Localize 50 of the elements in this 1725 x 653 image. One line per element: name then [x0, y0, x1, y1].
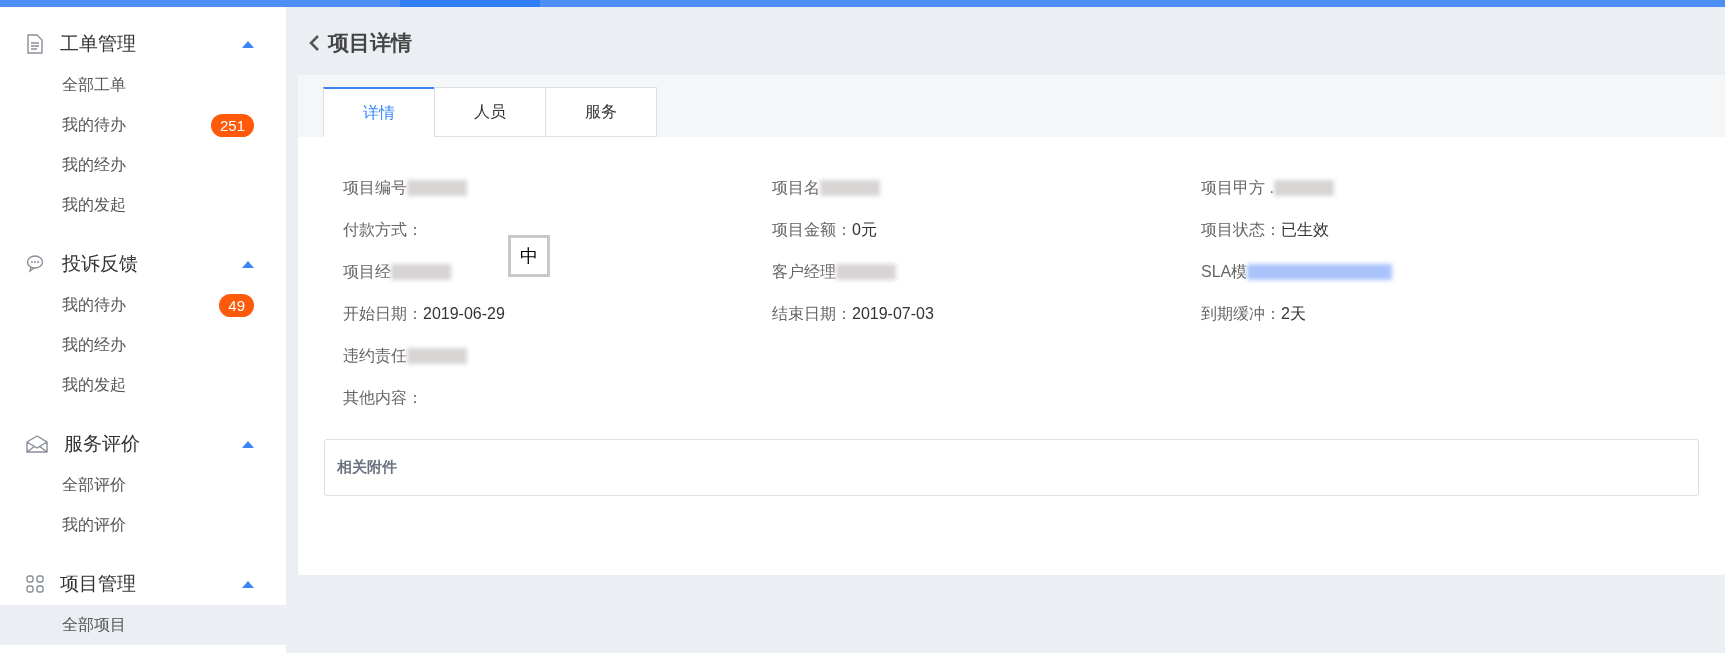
field-label: 客户经理	[772, 262, 836, 282]
field-label: 项目经	[343, 262, 391, 282]
menu-heading[interactable]: 工单管理	[60, 29, 242, 59]
field-label: 项目状态：	[1201, 220, 1281, 240]
field-value: 已生效	[1281, 220, 1329, 240]
field-value: 2天	[1281, 304, 1306, 324]
menu-item[interactable]: 全部评价	[0, 465, 286, 505]
menu-item[interactable]: 我的评价	[0, 505, 286, 545]
field-value: 2019-07-03	[852, 304, 934, 324]
menu-heading[interactable]: 服务评价	[64, 429, 242, 459]
tab[interactable]: 服务	[545, 87, 657, 137]
field-label: 项目金额：	[772, 220, 852, 240]
menu-item[interactable]: 我的发起	[0, 365, 286, 405]
field-label: 结束日期：	[772, 304, 852, 324]
field-label: 违约责任	[343, 346, 407, 366]
field-value: 2019-06-29	[423, 304, 505, 324]
envelope-icon	[26, 435, 48, 453]
menu-item[interactable]: 我的待办 251	[0, 105, 286, 145]
menu-item[interactable]: 我的经办	[0, 145, 286, 185]
menu-item[interactable]: 全部项目	[0, 605, 286, 645]
caret-icon[interactable]	[242, 580, 254, 588]
field-label: SLA模	[1201, 262, 1248, 282]
chat-icon	[26, 254, 46, 274]
document-icon	[26, 34, 44, 54]
menu-heading[interactable]: 投诉反馈	[62, 249, 242, 279]
count-badge: 49	[219, 293, 254, 317]
field-label: 其他内容：	[343, 388, 423, 408]
caret-icon[interactable]	[242, 40, 254, 48]
menu-item[interactable]: 全部工单	[0, 65, 286, 105]
menu-item[interactable]: 我的经办	[0, 325, 286, 365]
tab[interactable]: 人员	[434, 87, 546, 137]
count-badge: 251	[210, 113, 254, 137]
grid-icon	[26, 575, 44, 593]
caret-icon[interactable]	[242, 260, 254, 268]
field-label: 到期缓冲：	[1201, 304, 1281, 324]
field-label: 项目编号	[343, 178, 407, 198]
menu-heading[interactable]: 项目管理	[60, 569, 242, 599]
back-icon[interactable]	[308, 34, 320, 52]
caret-icon[interactable]	[242, 440, 254, 448]
field-label: 项目名	[772, 178, 820, 198]
menu-item[interactable]: 我的待办 49	[0, 285, 286, 325]
field-label: 付款方式：	[343, 220, 423, 240]
field-value: 0元	[852, 220, 877, 240]
ime-indicator: 中	[508, 235, 550, 277]
field-label: 开始日期：	[343, 304, 423, 324]
field-label: 项目甲方 .	[1201, 178, 1274, 198]
page-title: 项目详情	[328, 30, 412, 57]
tab[interactable]: 详情	[323, 87, 435, 137]
menu-item[interactable]: 我的发起	[0, 185, 286, 225]
section-heading: 相关附件	[337, 457, 397, 478]
